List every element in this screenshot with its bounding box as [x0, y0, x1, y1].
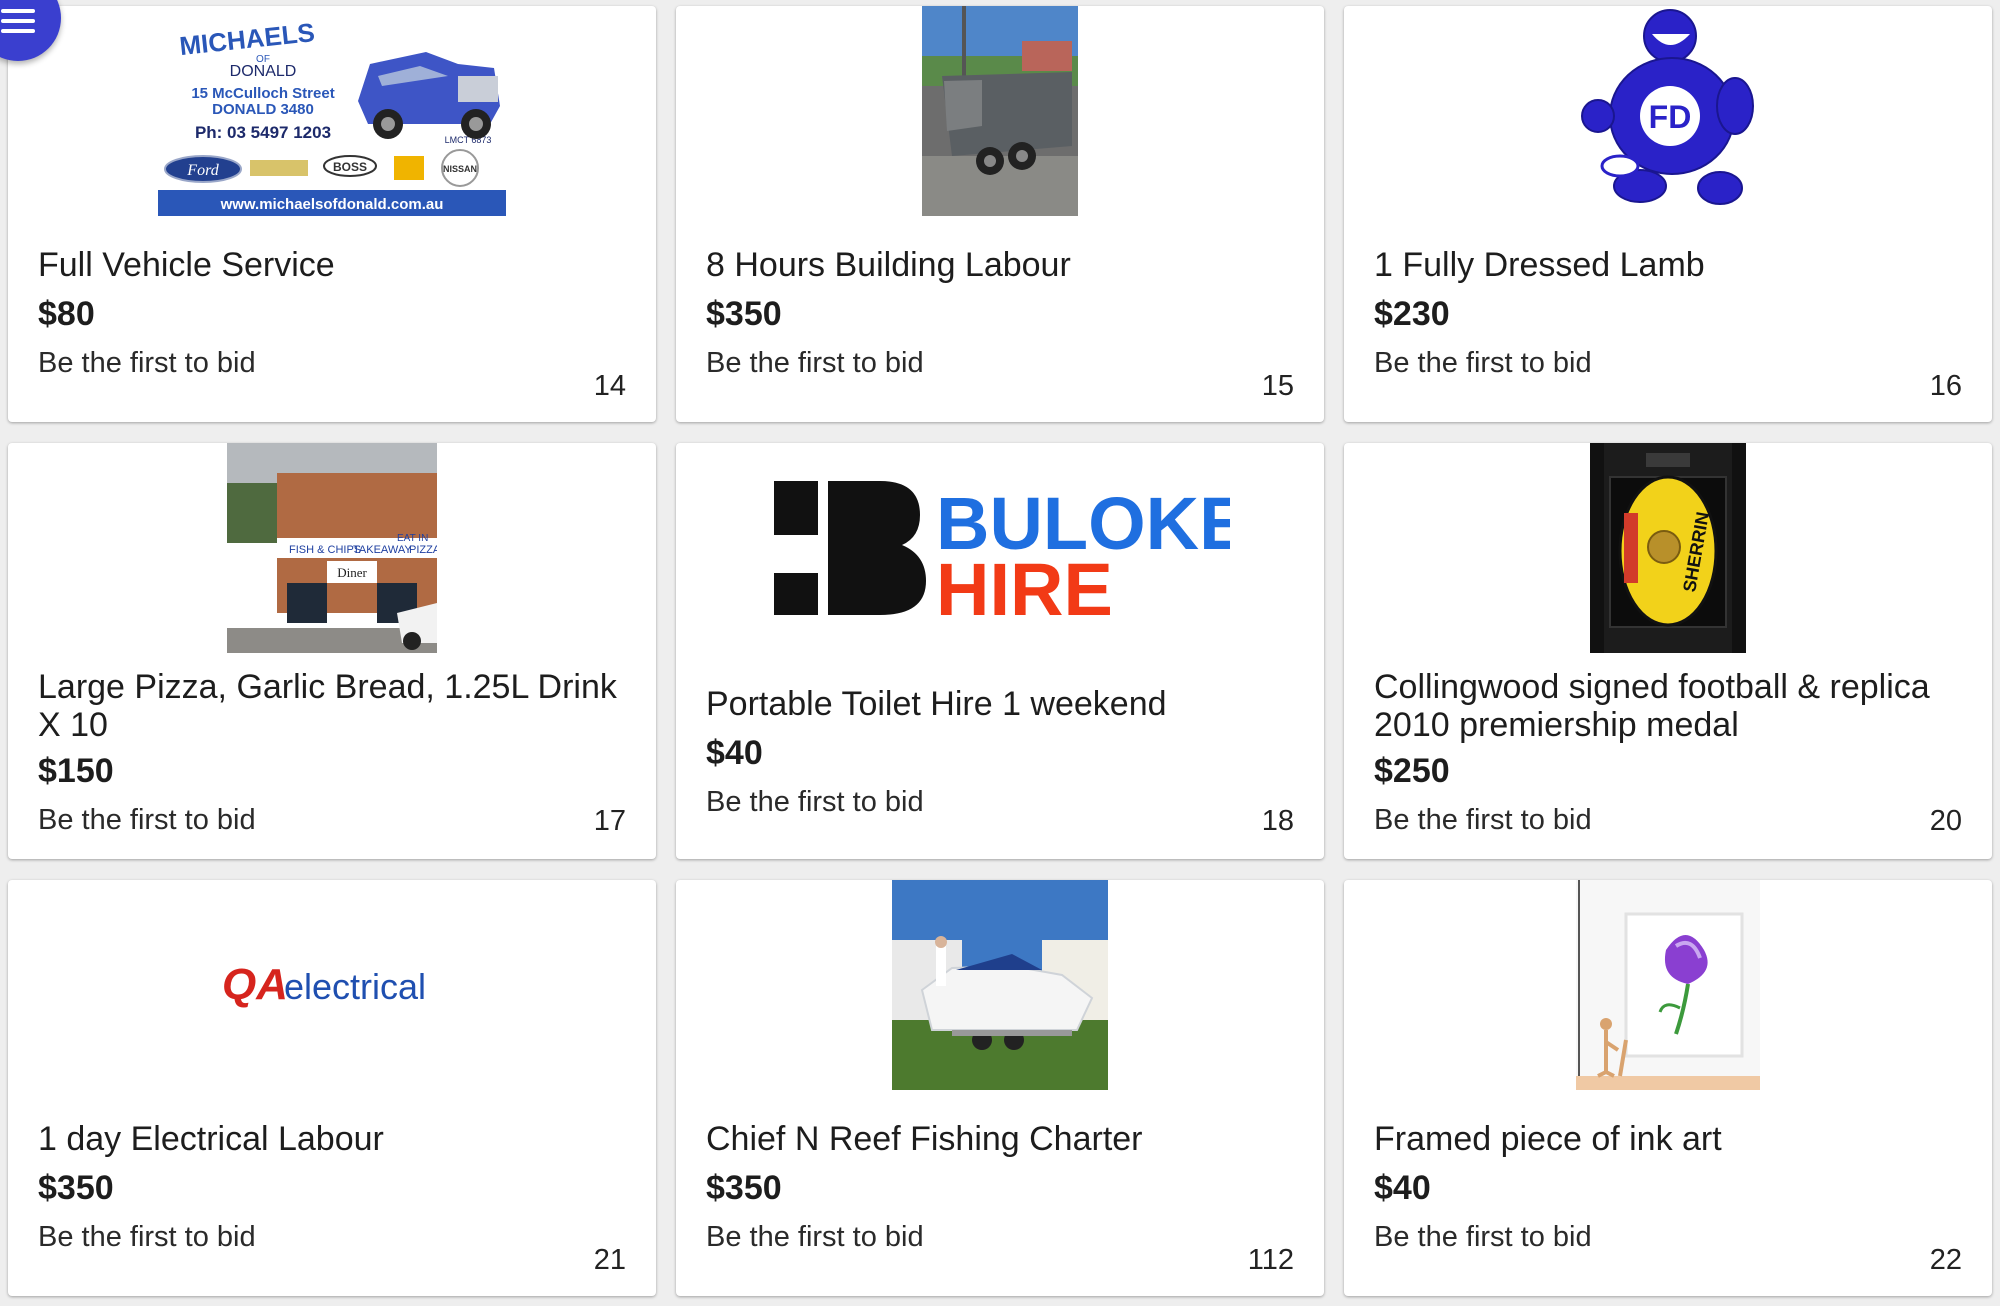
dealer-ad-image: www.michaelsofdonald.com.au MICHAELS OF … — [158, 6, 506, 216]
ford-logo-icon: Ford — [164, 155, 242, 183]
item-title: 1 day Electrical Labour — [38, 1120, 384, 1158]
shop-sign-fish-chips: FISH & CHIPS — [289, 544, 361, 556]
item-image — [676, 6, 1324, 216]
boss-logo-text: BOSS — [333, 160, 367, 174]
shop-sign-pizza: PIZZA — [409, 544, 437, 556]
item-title: Framed piece of ink art — [1374, 1120, 1722, 1158]
football-case-photo-image: SHERRIN — [1590, 443, 1746, 653]
item-image: SHERRIN — [1344, 443, 1992, 653]
lot-number: 16 — [1929, 370, 1962, 402]
item-price: $230 — [1374, 295, 1450, 333]
dealer-address-line2: DONALD 3480 — [212, 101, 314, 118]
shop-sign-takeaway: TAKEAWAY — [353, 544, 412, 556]
item-title: Portable Toilet Hire 1 weekend — [706, 685, 1167, 723]
shopfront-photo-image: FISH & CHIPS TAKEAWAY EAT IN PIZZA Diner — [227, 443, 437, 653]
dealer-town: DONALD — [230, 63, 297, 80]
hire-word: HIRE — [936, 548, 1113, 623]
bid-status: Be the first to bid — [38, 1221, 256, 1253]
bid-status: Be the first to bid — [1374, 804, 1592, 836]
auction-card-16[interactable]: FD 1 Fully Dressed Lamb $230 Be the firs… — [1344, 6, 1992, 422]
dealer-address-line1: 15 McCulloch Street — [191, 85, 334, 102]
mascot-logo-image: FD — [1560, 6, 1776, 216]
item-price: $40 — [706, 734, 763, 772]
item-title: Chief N Reef Fishing Charter — [706, 1120, 1143, 1158]
trailer-photo-image — [922, 6, 1078, 216]
lot-number: 14 — [593, 370, 626, 402]
item-title: 1 Fully Dressed Lamb — [1374, 246, 1705, 284]
item-image: www.michaelsofdonald.com.au MICHAELS OF … — [8, 6, 656, 216]
buloke-hire-logo: BULOKE HIRE — [774, 481, 1230, 623]
qa-logo-part: QA — [222, 960, 288, 1009]
item-price: $150 — [38, 752, 114, 790]
bid-status: Be the first to bid — [706, 347, 924, 379]
lot-number: 18 — [1261, 805, 1294, 837]
item-image: FISH & CHIPS TAKEAWAY EAT IN PIZZA Diner — [8, 443, 656, 653]
item-image: FD — [1344, 6, 1992, 216]
item-price: $350 — [706, 1169, 782, 1207]
lot-number: 21 — [593, 1244, 626, 1276]
ford-logo-text: Ford — [186, 162, 219, 179]
lot-number: 22 — [1929, 1244, 1962, 1276]
auction-card-112[interactable]: Chief N Reef Fishing Charter $350 Be the… — [676, 880, 1324, 1296]
item-price: $250 — [1374, 752, 1450, 790]
auction-card-15[interactable]: 8 Hours Building Labour $350 Be the firs… — [676, 6, 1324, 422]
bid-status: Be the first to bid — [38, 347, 256, 379]
item-price: $40 — [1374, 1169, 1431, 1207]
bid-status: Be the first to bid — [1374, 347, 1592, 379]
jcb-logo-icon — [394, 156, 424, 180]
svg-text:FD: FD — [1649, 99, 1692, 135]
item-price: $80 — [38, 295, 95, 333]
brand-logo-icon — [250, 160, 308, 176]
auction-card-20[interactable]: SHERRIN Collingwood signed football & re… — [1344, 443, 1992, 859]
item-price: $350 — [706, 295, 782, 333]
shop-name: Diner — [337, 565, 367, 580]
item-image: BULOKE HIRE — [676, 443, 1324, 653]
bid-status: Be the first to bid — [706, 786, 924, 818]
dealer-website: www.michaelsofdonald.com.au — [220, 196, 444, 213]
auction-card-18[interactable]: BULOKE HIRE Portable Toilet Hire 1 weeke… — [676, 443, 1324, 859]
auction-card-17[interactable]: FISH & CHIPS TAKEAWAY EAT IN PIZZA Diner… — [8, 443, 656, 859]
item-title: 8 Hours Building Labour — [706, 246, 1071, 284]
dealer-phone: Ph: 03 5497 1203 — [195, 123, 331, 142]
lot-number: 20 — [1929, 805, 1962, 837]
ink-art-photo-image — [1576, 880, 1760, 1090]
item-title: Collingwood signed football & replica 20… — [1374, 668, 1930, 744]
auction-card-14[interactable]: www.michaelsofdonald.com.au MICHAELS OF … — [8, 6, 656, 422]
bid-status: Be the first to bid — [1374, 1221, 1592, 1253]
boat-photo-image — [892, 880, 1108, 1090]
nissan-logo-text: NISSAN — [443, 164, 477, 174]
item-price: $350 — [38, 1169, 114, 1207]
bid-status: Be the first to bid — [706, 1221, 924, 1253]
shop-sign-eat-in: EAT IN — [397, 533, 428, 544]
auction-page: www.michaelsofdonald.com.au MICHAELS OF … — [0, 0, 2000, 1306]
nissan-logo-icon: NISSAN — [441, 149, 479, 187]
electrical-logo-part: electrical — [284, 966, 426, 1007]
qa-electrical-logo: QA electrical — [222, 960, 426, 1009]
auction-card-21[interactable]: QA electrical 1 day Electrical Labour $3… — [8, 880, 656, 1296]
item-image — [1344, 880, 1992, 1090]
bid-status: Be the first to bid — [38, 804, 256, 836]
auction-card-22[interactable]: Framed piece of ink art $40 Be the first… — [1344, 880, 1992, 1296]
boss-logo-icon: BOSS — [323, 155, 377, 177]
lot-number: 112 — [1247, 1244, 1294, 1276]
item-title: Full Vehicle Service — [38, 246, 335, 284]
item-image — [676, 880, 1324, 1090]
lot-number: 17 — [593, 805, 626, 837]
item-image: QA electrical — [8, 880, 656, 1090]
item-title: Large Pizza, Garlic Bread, 1.25L Drink X… — [38, 668, 617, 744]
lot-number: 15 — [1261, 370, 1294, 402]
buloke-logo-mark-icon — [774, 481, 926, 615]
